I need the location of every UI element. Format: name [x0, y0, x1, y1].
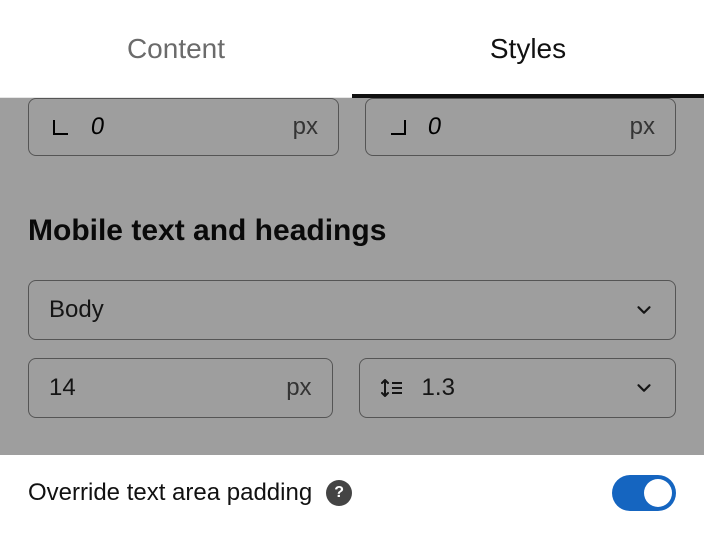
- panel-dimmed-area: 0 px 0 px Mobile text and headings Body: [0, 98, 704, 455]
- tab-styles[interactable]: Styles: [352, 0, 704, 97]
- font-size-input[interactable]: 14 px: [28, 358, 333, 418]
- line-height-icon: [380, 377, 404, 399]
- font-size-unit: px: [286, 374, 311, 402]
- text-style-select[interactable]: Body: [28, 280, 676, 340]
- toggle-knob: [644, 479, 672, 507]
- text-style-select-value: Body: [49, 296, 104, 324]
- override-label: Override text area padding: [28, 479, 312, 507]
- tab-styles-label: Styles: [490, 33, 566, 65]
- padding-bottom-left-unit: px: [293, 113, 318, 141]
- padding-bottom-left-value: 0: [89, 113, 106, 141]
- line-height-value: 1.3: [422, 374, 455, 402]
- override-row: Override text area padding ?: [0, 455, 704, 511]
- padding-bottom-right-unit: px: [630, 113, 655, 141]
- font-size-value: 14: [49, 374, 76, 402]
- section-title-mobile-text: Mobile text and headings: [28, 214, 676, 248]
- corner-bottom-right-icon: [386, 118, 410, 136]
- chevron-down-icon: [633, 299, 655, 321]
- help-icon[interactable]: ?: [326, 480, 352, 506]
- tabs: Content Styles: [0, 0, 704, 98]
- override-toggle[interactable]: [612, 475, 676, 511]
- line-height-select[interactable]: 1.3: [359, 358, 676, 418]
- tab-content-label: Content: [127, 33, 225, 65]
- chevron-down-icon: [633, 377, 655, 399]
- tab-content[interactable]: Content: [0, 0, 352, 97]
- corner-bottom-left-icon: [49, 118, 73, 136]
- padding-bottom-right-field[interactable]: 0 px: [365, 98, 676, 156]
- padding-bottom-left-field[interactable]: 0 px: [28, 98, 339, 156]
- padding-bottom-right-value: 0: [426, 113, 443, 141]
